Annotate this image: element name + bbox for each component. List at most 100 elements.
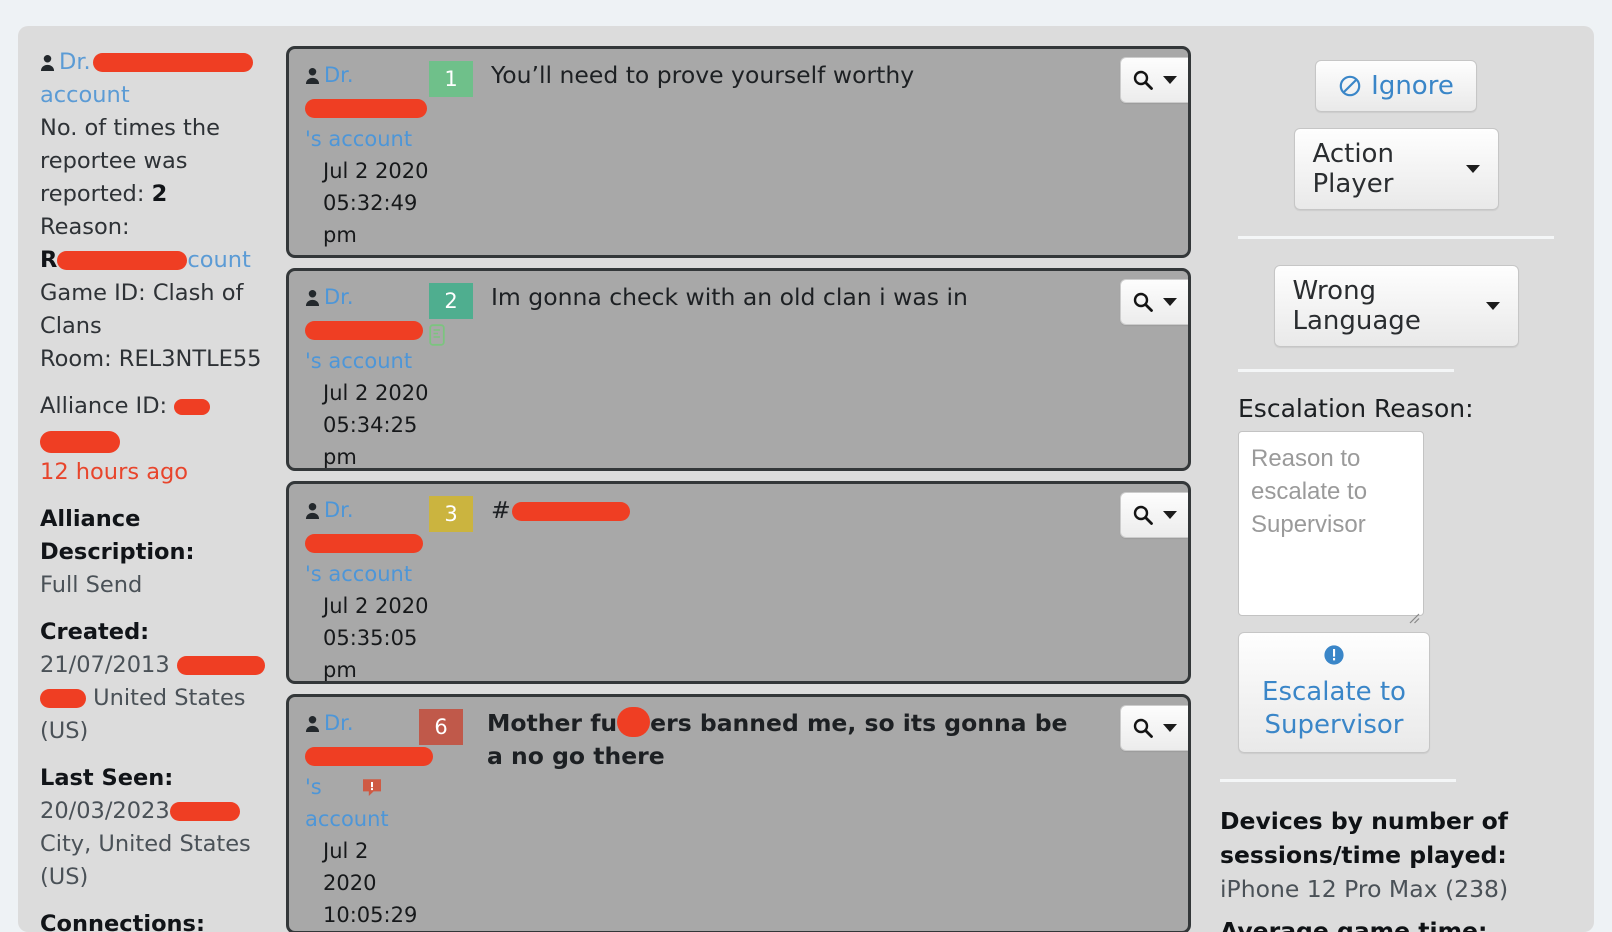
message-date: Jul 2 [323,839,369,863]
wrong-language-label: Wrong Language [1292,276,1421,336]
action-player-label: Action Player [1312,139,1394,199]
alliance-description-label: Alliance Description: [40,506,195,565]
redaction-bar [511,502,630,521]
message-ampm: pm [323,658,357,682]
message-badge-column: 3 [429,494,491,532]
reason-value-row[interactable]: Rcount [40,244,268,277]
search-icon [1133,70,1153,90]
escalate-to-supervisor-label: Escalate to Supervisor [1262,677,1406,740]
message-meta: Dr. 's account Jul 2 2020 05:32:49 pm [289,59,429,251]
message-author-link[interactable]: Dr. 's account [305,494,429,590]
message-time: 10:05:29 [323,903,418,927]
message-search-dropdown-button[interactable] [1120,492,1188,538]
message-index-badge: 2 [429,283,473,319]
reason-label: Reason: [40,214,130,240]
message-index-badge: 6 [419,709,463,745]
message-search-dropdown-button[interactable] [1120,705,1188,751]
message-time: 05:35:05 [323,626,418,650]
message-author-prefix: Dr. [324,498,354,522]
ban-icon [1338,74,1362,98]
wrong-language-dropdown[interactable]: Wrong Language [1273,265,1519,347]
search-icon [1133,292,1153,312]
message-search-dropdown-button[interactable] [1120,279,1188,325]
report-details-sidebar: Dr. account No. of times the reportee wa… [18,26,286,932]
person-icon [305,496,320,519]
message-text-visible: # [491,496,511,524]
created-date: 21/07/2013 [40,652,170,678]
message-card[interactable]: Dr. 's account Jul 2 2020 05:35:05 pm 3 [286,481,1191,684]
message-date: Jul 2 2020 [323,381,429,405]
message-author-link[interactable]: Dr. 's account [305,281,429,377]
reportee-account-link[interactable]: Dr. account [40,46,268,112]
message-badge-column: 2 [429,281,491,350]
search-icon [1133,718,1153,738]
message-author-link[interactable]: Dr. 's account [305,707,433,835]
divider [1238,236,1554,239]
person-icon [305,709,320,732]
message-index-badge: 3 [429,496,473,532]
message-author-suffix: 's account [305,562,413,586]
player-stats: Devices by number of sessions/time playe… [1220,804,1572,932]
redaction-bar [40,430,120,453]
mobile-device-icon [429,324,491,350]
last-seen-country: City, United States (US) [40,831,251,890]
divider [1238,369,1454,372]
message-card[interactable]: Dr. 's account Jul 2 2020 10:05:29 6 Mot… [286,694,1191,932]
ignore-button-row: Ignore [1220,60,1572,112]
escalation-reason-label: Escalation Reason: [1238,394,1474,423]
last-seen-label: Last Seen: [40,765,174,791]
chevron-down-icon [1163,511,1177,519]
report-count-row: No. of times the reportee was reported: … [40,112,268,211]
chevron-down-icon [1163,724,1177,732]
person-icon [305,61,320,84]
message-card[interactable]: Dr. 's account Jul 2 2020 05:32:49 pm 1 [286,46,1191,258]
redaction-bar [305,746,433,766]
created-value: 21/07/2013 United States (US) [40,649,268,748]
person-icon [305,283,320,306]
redaction-bar [305,320,423,340]
message-date-2: 2020 [323,871,377,895]
search-icon [1133,505,1153,525]
action-player-dropdown[interactable]: Action Player [1293,128,1499,210]
last-seen-value: 20/03/2023 City, United States (US) [40,795,268,894]
resize-grip-icon[interactable] [1408,600,1420,624]
redaction-bar [57,251,188,270]
wrong-language-button-row: Wrong Language [1220,265,1572,347]
message-text: You’ll need to prove yourself worthy [491,61,915,89]
alliance-description-value: Full Send [40,572,143,598]
reportee-account-word: account [40,82,130,108]
message-list[interactable]: Dr. 's account Jul 2 2020 05:32:49 pm 1 [286,46,1191,932]
message-date: Jul 2 2020 [323,159,429,183]
avg-game-time-label: Average game time: [1220,917,1488,932]
app-shell: Dr. account No. of times the reportee wa… [18,26,1594,932]
message-author-prefix: Dr. [324,63,354,87]
action-player-button-row: Action Player [1220,112,1572,210]
chevron-down-icon [1485,302,1500,310]
message-author-link[interactable]: Dr. 's account [305,59,429,155]
message-date: Jul 2 2020 [323,594,429,618]
devices-value: iPhone 12 Pro Max (238) [1220,875,1509,903]
message-timestamp: Jul 2 2020 10:05:29 [305,835,418,931]
escalate-to-supervisor-button[interactable]: Escalate to Supervisor [1238,632,1430,753]
message-author-prefix: Dr. [324,711,354,735]
report-count-value: 2 [151,181,168,207]
message-meta: Dr. 's account Jul 2 2020 05:34:25 pm [289,281,429,468]
report-count-label: No. of times the reportee was reported: [40,115,220,207]
actions-panel: Ignore Action Player Wrong Language Esca… [1198,46,1594,932]
message-card[interactable]: Dr. 's account Jul 2 2020 05:34:25 pm 2 [286,268,1191,471]
escalation-reason-textarea[interactable]: Reason to escalate to Supervisor [1238,431,1424,624]
reason-value-prefix: R [40,247,58,273]
last-seen-date: 20/03/2023 [40,798,170,824]
exclamation-circle-icon [1322,643,1346,667]
last-activity-time: 12 hours ago [40,459,189,485]
redaction-bar [92,53,253,72]
message-text: Im gonna check with an old clan i was in [491,283,968,311]
created-label: Created: [40,619,150,645]
redaction-bar [174,398,211,415]
redaction-bar [40,689,86,708]
ignore-button[interactable]: Ignore [1315,60,1477,112]
message-search-dropdown-button[interactable] [1120,57,1188,103]
escalation-reason-placeholder: Reason to escalate to Supervisor [1251,445,1368,538]
message-time: 05:32:49 [323,191,418,215]
message-meta: Dr. 's account Jul 2 2020 05:35:05 pm [289,494,429,682]
